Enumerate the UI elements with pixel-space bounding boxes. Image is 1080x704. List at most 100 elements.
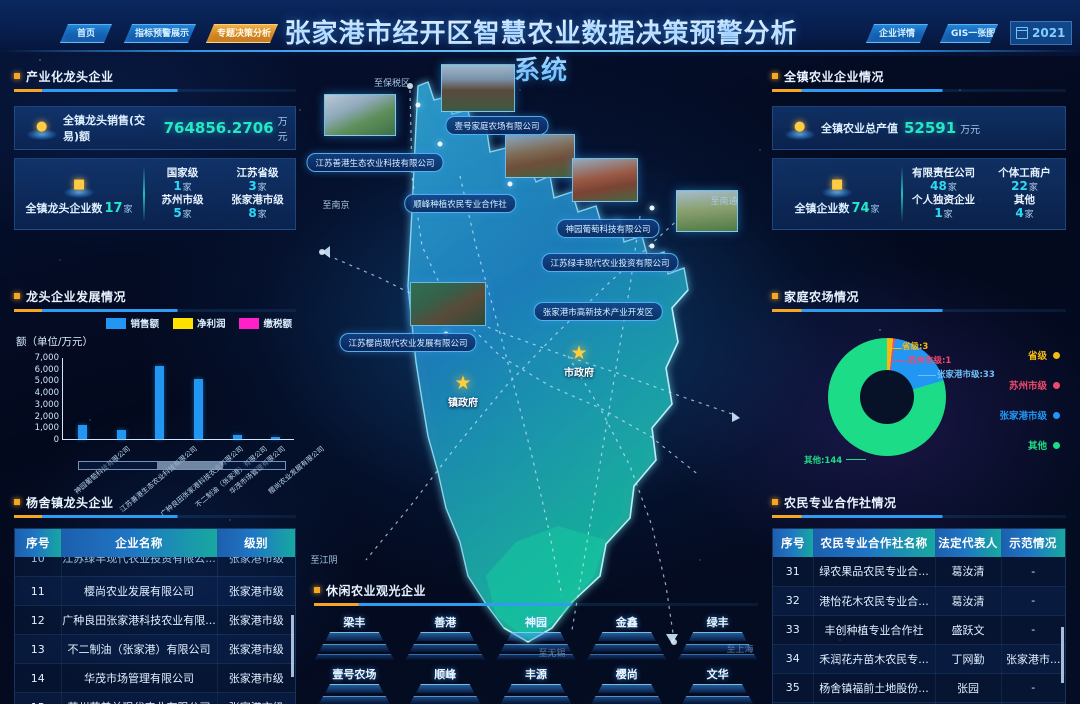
- map-label-enterprise[interactable]: 顺峰种植农民专业合作社: [404, 194, 516, 213]
- map-label-enterprise[interactable]: 神园葡萄科技有限公司: [556, 219, 660, 238]
- stat-unit: 万元: [960, 124, 981, 136]
- leisure-enterprise-tile[interactable]: 金鑫: [586, 614, 668, 660]
- bullet-icon: [314, 587, 320, 593]
- table-row[interactable]: 34 禾润花卉苗木农民专... 丁网勤 张家港市...: [773, 644, 1065, 674]
- donut-annotation: 省级:3: [902, 342, 929, 352]
- table-row[interactable]: 14 华茂市场管理有限公司 张家港市级: [15, 663, 295, 693]
- date-picker[interactable]: 2021: [1010, 21, 1072, 45]
- leisure-enterprise-tile[interactable]: 善港: [404, 614, 486, 660]
- chart-bar[interactable]: [116, 429, 126, 439]
- leisure-enterprise-label: 善港: [434, 616, 457, 629]
- chart-y-tick: 2,000: [34, 411, 59, 422]
- panel-divider: [14, 515, 296, 518]
- dashboard-root: 壹号家庭农场有限公司 江苏善港生态农业科技有限公司 顺峰种植农民专业合作社 神园…: [0, 0, 1080, 704]
- chart-horizontal-scrollbar[interactable]: [78, 461, 286, 470]
- map-point[interactable]: [649, 243, 655, 249]
- table-cell: 葛汝清: [935, 586, 1002, 616]
- donut-legend[interactable]: 省级 苏州市级 张家港市级 其他: [999, 348, 1060, 452]
- leisure-enterprise-tile[interactable]: 梁丰: [314, 614, 395, 660]
- map-label-enterprise[interactable]: 江苏善港生态农业科技有限公司: [306, 153, 444, 172]
- stat-total-output: ● 全镇农业总产值 52591 万元: [772, 106, 1066, 150]
- map-area[interactable]: 壹号家庭农场有限公司 江苏善港生态农业科技有限公司 顺峰种植农民专业合作社 神园…: [300, 56, 780, 659]
- panel-divider: [772, 515, 1066, 518]
- chart-y-tick: 5,000: [34, 376, 59, 387]
- nav-decision-analysis-button[interactable]: 专题决策分析: [206, 24, 278, 43]
- table-row[interactable]: 12 广种良田张家港科技农业有限... 张家港市级: [15, 605, 295, 635]
- stat-label: 全镇农业总产值: [821, 122, 898, 135]
- map-point[interactable]: [415, 102, 421, 108]
- nav-home-button[interactable]: 首页: [60, 24, 112, 43]
- table-row[interactable]: 10 江苏绿丰现代农业投资有限公... 张家港市级: [15, 557, 295, 577]
- table-scrollbar[interactable]: [1061, 627, 1064, 683]
- table-row[interactable]: 13 不二制油（张家港）有限公司 张家港市级: [15, 634, 295, 664]
- donut-chart[interactable]: 省级:3 苏州市级:1 张家港市级:33 其他:144 省级 苏州市级 张家港市…: [772, 316, 1066, 478]
- map-photo[interactable]: [505, 134, 575, 178]
- leisure-enterprise-tile[interactable]: 绿丰: [677, 614, 758, 660]
- map-point[interactable]: [437, 141, 443, 147]
- chart-bar[interactable]: [271, 436, 281, 439]
- map-label-enterprise[interactable]: 江苏绿丰现代农业投资有限公司: [541, 253, 679, 272]
- nav-gis-map-button[interactable]: GIS一张图: [940, 24, 998, 43]
- legend-item[interactable]: 省级: [999, 348, 1060, 362]
- table-row[interactable]: 15苏州花美兰现代农业有限公司张家港市级: [15, 692, 295, 704]
- table-row[interactable]: 11 樱尚农业发展有限公司 张家港市级: [15, 576, 295, 606]
- table-row[interactable]: 35 杨舍镇福前土地股份... 张园 -: [773, 673, 1065, 703]
- table-row[interactable]: 33 丰创种植专业合作社 盛跃文 -: [773, 615, 1065, 645]
- legend-item[interactable]: 其他: [999, 438, 1060, 452]
- map-label-zone[interactable]: 张家港市高新技术产业开发区: [533, 302, 663, 321]
- table-cell: -: [1001, 615, 1065, 645]
- donut-annotation: 其他:144: [804, 456, 843, 466]
- platform-icon: [495, 654, 577, 660]
- leisure-enterprise-tile[interactable]: 顺峰: [405, 666, 486, 704]
- chart-bar[interactable]: [155, 366, 165, 439]
- table-cell: -: [1001, 557, 1065, 587]
- table-cell: 绿农果品农民专业合...: [813, 557, 936, 587]
- nav-enterprise-detail-button[interactable]: 企业详情: [866, 24, 928, 43]
- breakdown-unit: 家: [257, 183, 267, 194]
- breakdown-value: 1: [934, 206, 943, 221]
- table-body[interactable]: 10 江苏绿丰现代农业投资有限公... 张家港市级 11 樱尚农业发展有限公司 张家港市级…: [15, 557, 295, 704]
- panel-title: 家庭农场情况: [784, 289, 860, 304]
- breakdown-cell: 有限责任公司 48家: [903, 167, 984, 194]
- bar-chart[interactable]: 销售额 净利润 缴税额 额（单位/万元） 0 1,000 2,000 3,000 4,0…: [14, 316, 325, 518]
- chart-y-axis-title: 额（单位/万元）: [16, 336, 94, 348]
- map-label-enterprise[interactable]: 壹号家庭农场有限公司: [445, 116, 549, 135]
- table-container[interactable]: 序号 农民专业合作社名称 法定代表人 示范情况 31 绿农果品农民专业合... 葛汝清 -3…: [772, 528, 1066, 704]
- map-point[interactable]: [507, 181, 513, 187]
- nav-kpi-alert-button[interactable]: 指标预警展示: [124, 24, 196, 43]
- table-container[interactable]: 序号 企业名称 级别 10 江苏绿丰现代农业投资有限公... 张家港市级 11 樱尚农业发展…: [14, 528, 296, 704]
- legend-item[interactable]: 净利润: [172, 316, 225, 330]
- chart-bar[interactable]: [77, 424, 87, 439]
- panel-header: 杨舍镇龙头企业: [14, 494, 296, 510]
- table-cell: 华茂市场管理有限公司: [61, 663, 218, 693]
- table-body[interactable]: 31 绿农果品农民专业合... 葛汝清 -32 港怡花木农民专业合... 葛汝清 -33 丰创…: [773, 557, 1065, 704]
- star-icon: ★: [454, 372, 472, 394]
- map-label-enterprise[interactable]: 江苏樱尚现代农业发展有限公司: [339, 333, 477, 352]
- legend-item[interactable]: 张家港市级: [999, 408, 1060, 422]
- platform-icon: [318, 696, 390, 704]
- leisure-enterprise-tile[interactable]: 神园: [495, 614, 577, 660]
- breakdown-key: 其他: [1014, 194, 1035, 206]
- leisure-enterprise-tile[interactable]: 文华: [677, 666, 758, 704]
- table-row[interactable]: 32 港怡花木农民专业合... 葛汝清 -: [773, 586, 1065, 616]
- platform-icon: [416, 632, 475, 641]
- leisure-enterprise-tile[interactable]: 樱尚: [586, 666, 667, 704]
- map-point[interactable]: [649, 205, 655, 211]
- legend-item[interactable]: 苏州市级: [999, 378, 1060, 392]
- legend-item[interactable]: 缴税额: [239, 316, 292, 330]
- map-photo[interactable]: [572, 158, 638, 202]
- legend-item[interactable]: 销售额: [106, 316, 159, 330]
- map-photo[interactable]: [410, 282, 486, 326]
- map-photo[interactable]: [324, 94, 396, 136]
- chart-bar[interactable]: [193, 379, 203, 439]
- table-scrollbar[interactable]: [291, 615, 294, 677]
- leisure-enterprise-tile[interactable]: 丰源: [496, 666, 577, 704]
- platform-icon: [688, 632, 747, 641]
- map-marker-town-gov[interactable]: ★ 镇政府: [448, 372, 478, 410]
- leisure-enterprise-tile[interactable]: 壹号农场: [314, 666, 395, 704]
- table-row[interactable]: 31 绿农果品农民专业合... 葛汝清 -: [773, 557, 1065, 587]
- map-marker-city-gov[interactable]: ★ 市政府: [564, 344, 594, 380]
- chart-legend[interactable]: 销售额 净利润 缴税额: [106, 316, 292, 330]
- panel-divider: [772, 309, 1066, 312]
- chart-bar[interactable]: [232, 434, 242, 439]
